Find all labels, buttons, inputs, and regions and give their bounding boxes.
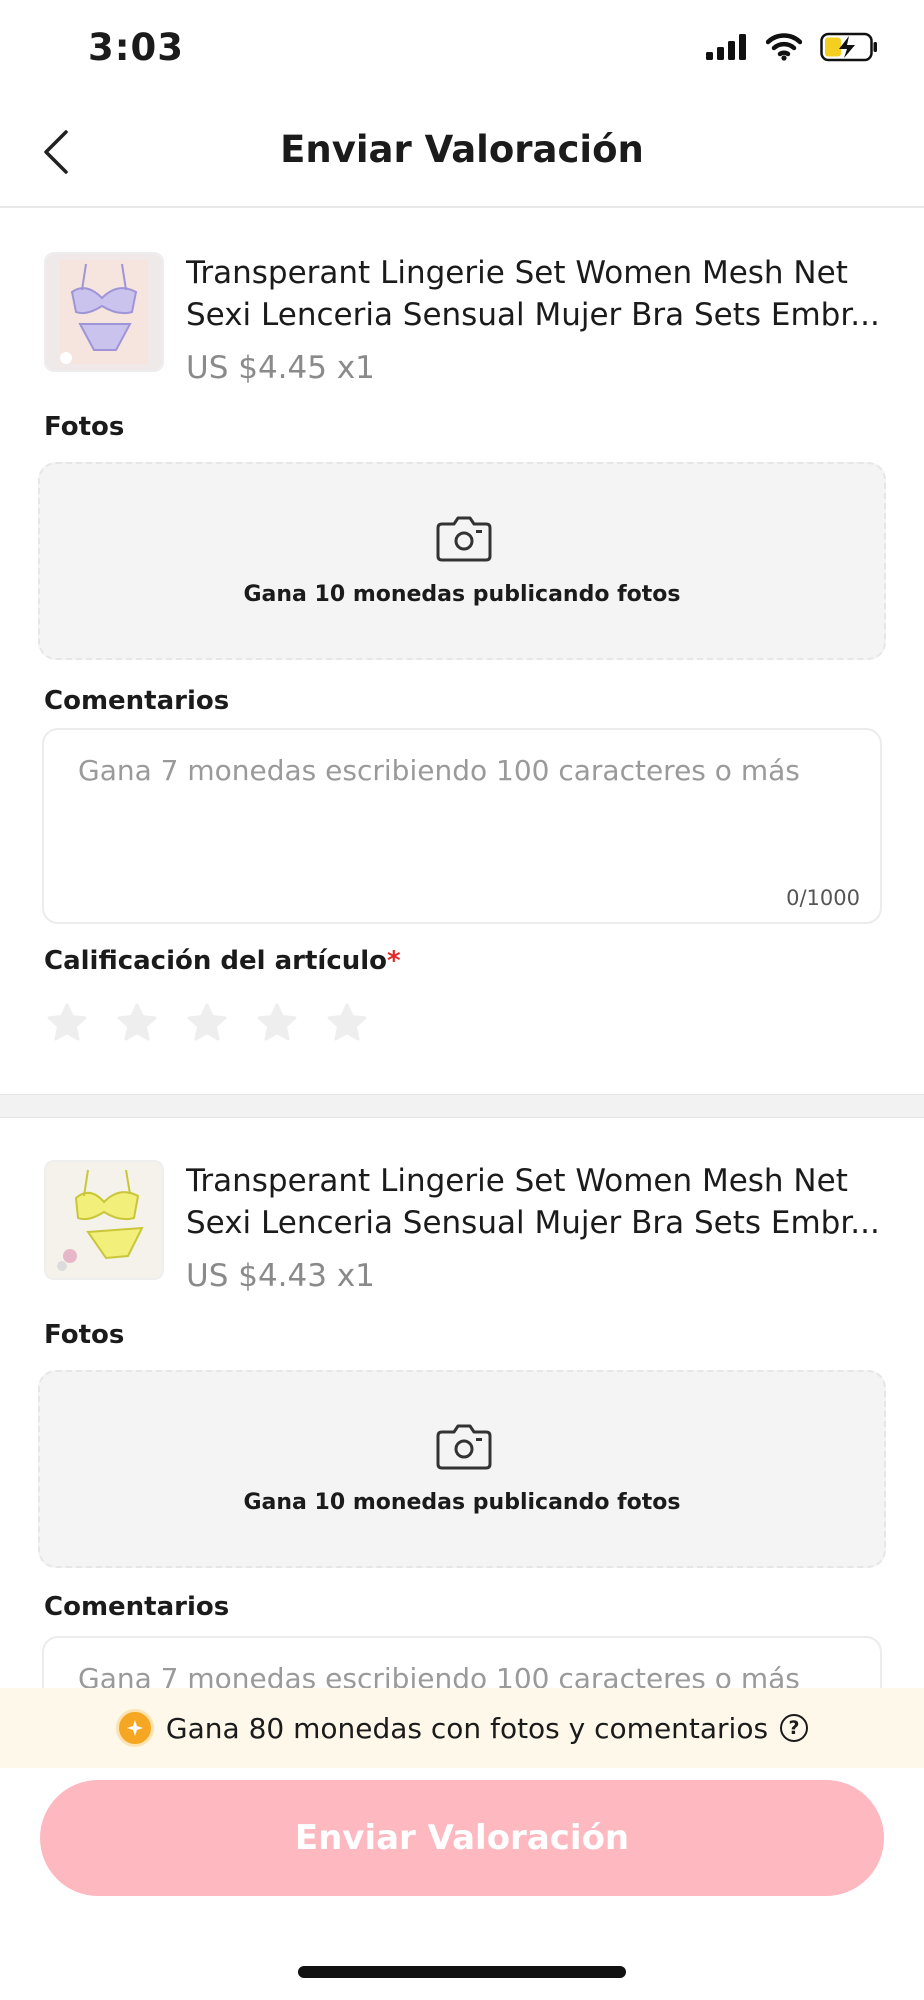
question-circle-icon[interactable]: ?: [780, 1714, 809, 1742]
product-price: US $4.45 x1: [186, 350, 375, 386]
star-icon[interactable]: [114, 1000, 160, 1046]
product-image: [46, 1162, 162, 1278]
rating-label: Calificación del artículo*: [44, 946, 401, 976]
photo-upload-area[interactable]: Gana 10 monedas publicando fotos: [38, 462, 886, 660]
navigation-bar: Enviar Valoración: [0, 100, 924, 208]
star-rating: [44, 1000, 370, 1046]
home-indicator: [298, 1966, 626, 1978]
product-thumbnail[interactable]: [44, 1160, 164, 1280]
comments-label: Comentarios: [44, 1592, 230, 1622]
comment-input[interactable]: Gana 7 monedas escribiendo 100 caractere…: [42, 728, 882, 924]
section-divider: [0, 1094, 924, 1118]
photo-upload-prompt: Gana 10 monedas publicando fotos: [243, 582, 681, 607]
status-icons: [706, 32, 878, 62]
comment-input[interactable]: Gana 7 monedas escribiendo 100 caractere…: [42, 1636, 882, 1688]
review-item: Transperant Lingerie Set Women Mesh Net …: [0, 1116, 924, 1688]
product-title-line-2: Sexi Lenceria Sensual Mujer Bra Sets Emb…: [186, 1205, 880, 1241]
character-counter: 0/1000: [786, 886, 860, 910]
star-icon[interactable]: [184, 1000, 230, 1046]
status-time: 3:03: [88, 26, 185, 69]
battery-charging-icon: [820, 32, 877, 62]
comments-label: Comentarios: [44, 686, 230, 716]
product-price: US $4.43 x1: [186, 1258, 375, 1294]
page-title: Enviar Valoración: [280, 128, 644, 171]
photo-upload-prompt: Gana 10 monedas publicando fotos: [243, 1490, 681, 1515]
product-title[interactable]: Transperant Lingerie Set Women Mesh Net …: [186, 252, 886, 336]
coins-promo-bar: Gana 80 monedas con fotos y comentarios …: [0, 1688, 924, 1768]
camera-icon: [436, 1424, 492, 1470]
product-title-line-1: Transperant Lingerie Set Women Mesh Net: [186, 255, 848, 291]
star-icon[interactable]: [44, 1000, 90, 1046]
product-thumbnail[interactable]: [44, 252, 164, 372]
star-icon[interactable]: [324, 1000, 370, 1046]
promo-text: Gana 80 monedas con fotos y comentarios: [165, 1711, 769, 1745]
wifi-icon: [766, 33, 802, 61]
product-title-line-2: Sexi Lenceria Sensual Mujer Bra Sets Emb…: [186, 297, 880, 333]
coin-icon: [115, 1709, 154, 1747]
star-icon[interactable]: [254, 1000, 300, 1046]
product-title[interactable]: Transperant Lingerie Set Women Mesh Net …: [186, 1160, 886, 1244]
comment-placeholder: Gana 7 monedas escribiendo 100 caractere…: [78, 754, 800, 787]
comment-placeholder: Gana 7 monedas escribiendo 100 caractere…: [78, 1662, 800, 1688]
photos-label: Fotos: [44, 412, 125, 442]
photos-label: Fotos: [44, 1320, 125, 1350]
photo-upload-area[interactable]: Gana 10 monedas publicando fotos: [38, 1370, 886, 1568]
required-mark: *: [387, 946, 401, 976]
camera-icon: [436, 516, 492, 562]
product-image: [46, 254, 162, 370]
submit-review-button[interactable]: Enviar Valoración: [40, 1780, 884, 1896]
rating-label-text: Calificación del artículo: [44, 946, 388, 976]
review-item: Transperant Lingerie Set Women Mesh Net …: [0, 206, 924, 1094]
status-bar: 3:03: [0, 0, 924, 100]
cellular-signal-icon: [706, 34, 746, 60]
product-title-line-1: Transperant Lingerie Set Women Mesh Net: [186, 1163, 848, 1199]
